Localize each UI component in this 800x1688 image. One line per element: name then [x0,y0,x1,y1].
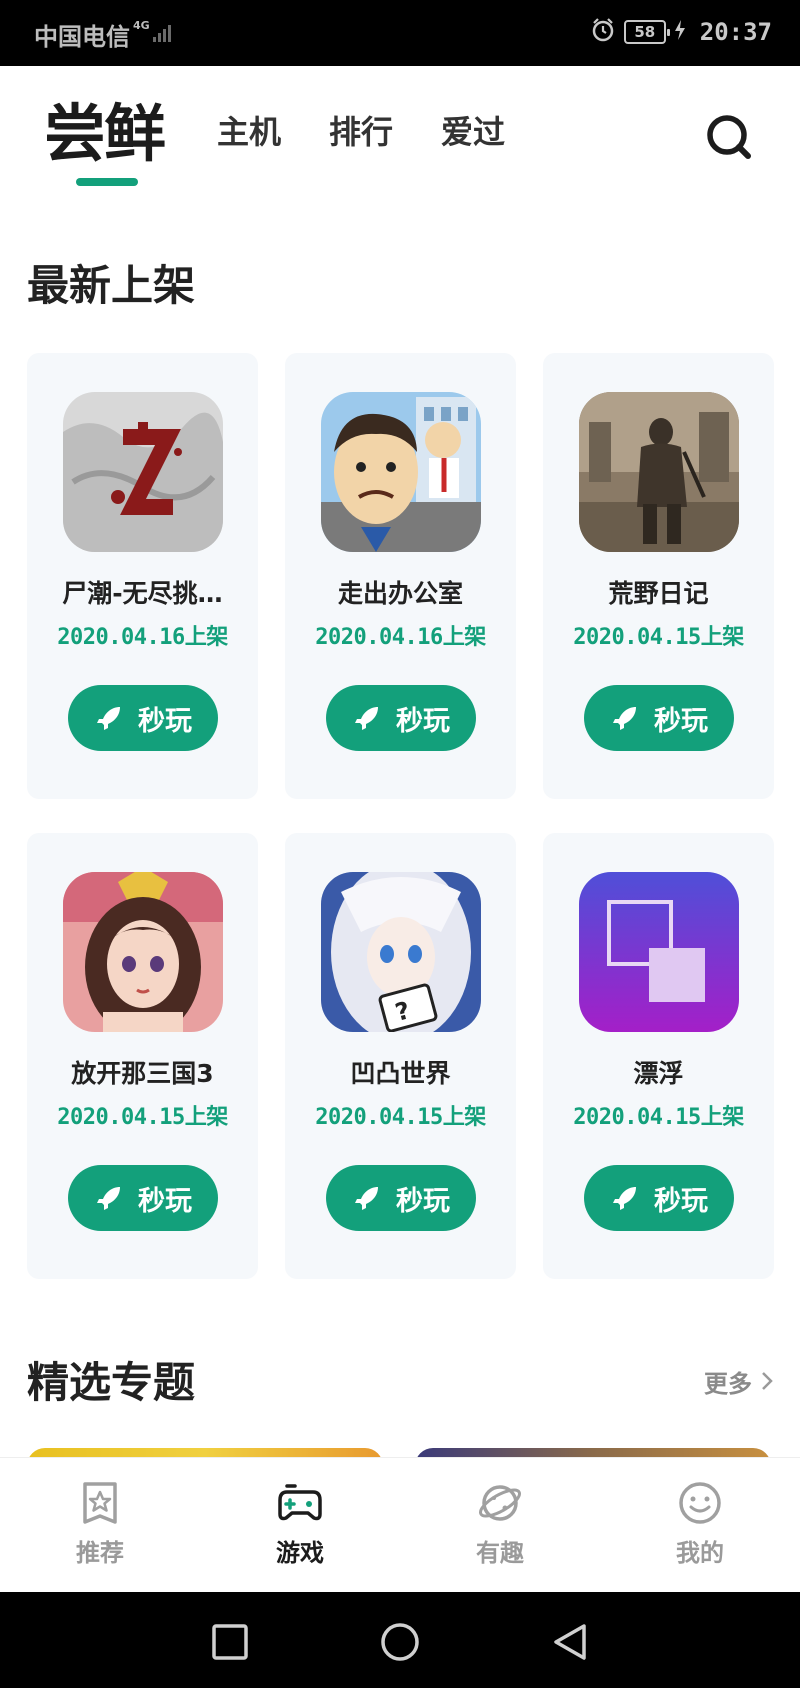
instant-play-button[interactable]: 秒玩 [326,1165,476,1231]
gamepad-icon [278,1484,322,1521]
bottom-nav-label: 有趣 [476,1539,524,1567]
game-card[interactable]: 走出办公室 2020.04.16上架 秒玩 [285,353,516,799]
section-title-featured: 精选专题 [27,1358,196,1407]
carrier-name: 中国电信 [34,23,130,51]
signal-icon [152,21,174,49]
clock: 20:37 [699,18,772,46]
charging-icon [674,19,686,45]
tab-console[interactable]: 主机 [217,112,281,152]
play-label: 秒玩 [396,705,450,737]
game-card[interactable]: 尸潮-无尽挑… 2020.04.16上架 秒玩 [27,353,258,799]
instant-play-button[interactable]: 秒玩 [68,1165,218,1231]
game-card[interactable]: 放开那三国3 2020.04.15上架 秒玩 [27,833,258,1279]
more-label: 更多 [704,1370,752,1398]
game-icon[interactable]: ? [321,872,481,1032]
instant-play-button[interactable]: 秒玩 [326,685,476,751]
release-date: 2020.04.15上架 [315,1105,486,1130]
game-name: 放开那三国3 [71,1059,214,1088]
game-name: 漂浮 [633,1059,684,1088]
section-title-new-arrivals: 最新上架 [27,261,196,310]
status-left: 中国电信 4G [34,17,174,52]
game-name: 凹凸世界 [350,1059,451,1088]
battery-indicator: 58 [623,20,670,44]
release-date: 2020.04.15上架 [573,625,744,650]
play-label: 秒玩 [396,1185,450,1217]
rocket-icon [613,1187,636,1210]
game-icon[interactable] [579,872,739,1032]
game-name: 尸潮-无尽挑… [62,579,223,608]
planet-icon [479,1485,521,1521]
tab-brand[interactable]: 尝鲜 [44,94,166,174]
alarm-icon [590,17,616,47]
release-date: 2020.04.16上架 [57,625,228,650]
play-label: 秒玩 [138,1185,192,1217]
instant-play-button[interactable]: 秒玩 [584,685,734,751]
play-label: 秒玩 [138,705,192,737]
star-icon [83,1482,117,1524]
status-right: 58 20:37 [590,17,772,47]
bottom-nav-label: 我的 [676,1539,724,1567]
rocket-icon [613,707,636,730]
game-card[interactable]: ? 凹凸世界 2020.04.15上架 秒玩 [285,833,516,1279]
rocket-icon [355,1187,378,1210]
top-nav: 尝鲜 主机 排行 爱过 [0,66,800,196]
play-label: 秒玩 [654,1185,708,1217]
system-nav-bar [0,1592,800,1688]
bottom-nav-label: 游戏 [276,1539,324,1567]
network-type: 4G [133,19,150,32]
back-icon[interactable] [550,1622,590,1662]
chevron-right-icon [760,1367,774,1401]
tab-loved[interactable]: 爱过 [441,112,505,152]
bottom-nav-games[interactable]: 游戏 [200,1480,400,1568]
release-date: 2020.04.15上架 [573,1105,744,1130]
active-tab-indicator [76,178,138,186]
smiley-icon [679,1482,721,1524]
bottom-nav-recommend[interactable]: 推荐 [0,1480,200,1568]
rocket-icon [355,707,378,730]
status-bar: 中国电信 4G 58 20:37 [0,0,800,66]
search-icon[interactable] [702,110,756,164]
release-date: 2020.04.16上架 [315,625,486,650]
game-card[interactable]: 荒野日记 2020.04.15上架 秒玩 [543,353,774,799]
game-name: 走出办公室 [337,579,463,608]
rocket-icon [97,707,120,730]
instant-play-button[interactable]: 秒玩 [68,685,218,751]
game-icon[interactable] [321,392,481,552]
bottom-nav-fun[interactable]: 有趣 [400,1480,600,1568]
bottom-nav-mine[interactable]: 我的 [600,1480,800,1568]
more-link[interactable]: 更多 [704,1367,774,1401]
release-date: 2020.04.15上架 [57,1105,228,1130]
home-icon[interactable] [380,1622,420,1662]
game-icon[interactable] [63,392,223,552]
game-icon[interactable] [63,872,223,1032]
rocket-icon [97,1187,120,1210]
instant-play-button[interactable]: 秒玩 [584,1165,734,1231]
game-card[interactable]: 漂浮 2020.04.15上架 秒玩 [543,833,774,1279]
bottom-nav-label: 推荐 [76,1539,124,1567]
game-icon[interactable] [579,392,739,552]
game-name: 荒野日记 [608,579,709,608]
recent-apps-icon[interactable] [210,1622,250,1662]
tab-ranking[interactable]: 排行 [329,112,393,152]
play-label: 秒玩 [654,705,708,737]
bottom-nav: 推荐 游戏 有趣 我的 [0,1457,800,1592]
